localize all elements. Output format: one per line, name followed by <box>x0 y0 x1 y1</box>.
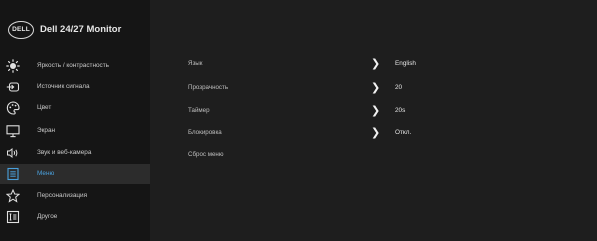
sidebar-item-brightness-contrast[interactable]: Яркость / контрастность <box>0 56 150 76</box>
sidebar-item-menu[interactable]: Меню <box>0 164 150 184</box>
setting-label: Сброс меню <box>188 151 224 158</box>
menu-icon <box>7 167 19 181</box>
setting-value: English <box>395 60 416 67</box>
sidebar-item-label: Персонализация <box>37 192 88 199</box>
setting-row-language[interactable]: Язык ❯ English <box>188 57 597 73</box>
brand-header: DELL Dell 24/27 Monitor <box>0 0 150 54</box>
sidebar-item-label: Яркость / контрастность <box>37 62 110 69</box>
setting-value: 20s <box>395 107 406 114</box>
setting-row-lock[interactable]: Блокировка ❯ Откл. <box>188 126 597 142</box>
setting-row-timer[interactable]: Таймер ❯ 20s <box>188 104 597 120</box>
sidebar-item-other[interactable]: Другое <box>0 207 150 227</box>
sidebar-item-personalize[interactable]: Персонализация <box>0 186 150 206</box>
chevron-right-icon: ❯ <box>371 82 381 94</box>
setting-value: Откл. <box>395 129 412 136</box>
logo-text: DELL <box>12 26 30 33</box>
setting-row-menu-reset[interactable]: Сброс меню <box>188 148 597 164</box>
input-source-icon <box>6 82 20 92</box>
sidebar: DELL Dell 24/27 Monitor Яркость / контра… <box>0 0 150 241</box>
sidebar-item-label: Экран <box>37 127 56 134</box>
setting-row-transparency[interactable]: Прозрачность ❯ 20 <box>188 81 597 97</box>
audio-webcam-icon <box>7 147 18 159</box>
other-icon <box>6 210 20 224</box>
sidebar-item-display[interactable]: Экран <box>0 121 150 141</box>
setting-value: 20 <box>395 84 403 91</box>
brightness-icon <box>6 59 20 73</box>
star-icon <box>6 189 20 203</box>
sidebar-item-color[interactable]: Цвет <box>0 98 150 118</box>
setting-label: Язык <box>188 60 203 67</box>
setting-label: Блокировка <box>188 129 222 136</box>
monitor-title: Dell 24/27 Monitor <box>40 24 122 35</box>
sidebar-item-label: Звук и веб-камера <box>37 149 92 156</box>
sidebar-item-input-source[interactable]: Источник сигнала <box>0 77 150 97</box>
color-palette-icon <box>6 101 20 115</box>
sidebar-item-label: Цвет <box>37 104 52 111</box>
display-icon <box>6 125 20 138</box>
chevron-right-icon: ❯ <box>371 127 381 139</box>
sidebar-item-audio-webcam[interactable]: Звук и веб-камера <box>0 143 150 163</box>
monitor-osd-window: DELL Dell 24/27 Monitor Яркость / контра… <box>0 0 597 241</box>
sidebar-item-label: Другое <box>37 213 58 220</box>
chevron-right-icon: ❯ <box>371 58 381 70</box>
sidebar-item-label: Источник сигнала <box>37 83 90 90</box>
dell-logo: DELL <box>8 21 34 39</box>
setting-label: Прозрачность <box>188 84 229 91</box>
sidebar-item-label: Меню <box>37 170 55 177</box>
setting-label: Таймер <box>188 107 210 114</box>
chevron-right-icon: ❯ <box>371 105 381 117</box>
